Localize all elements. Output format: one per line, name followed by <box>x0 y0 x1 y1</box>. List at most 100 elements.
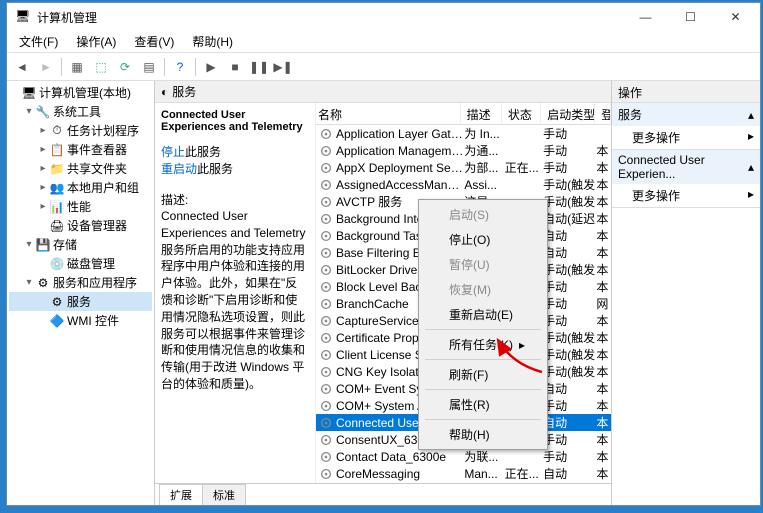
menu-view[interactable]: 查看(V) <box>126 31 182 52</box>
desc-label: 描述: <box>161 191 309 208</box>
gear-icon <box>318 229 334 243</box>
collapse-icon: ▴ <box>748 108 754 122</box>
service-row[interactable]: Credential Manager为用...正在...手动本 <box>316 482 611 483</box>
tree-item[interactable]: 🖨设备管理器 <box>9 216 152 235</box>
col-startup[interactable]: 启动类型 <box>541 103 595 124</box>
gear-icon <box>318 365 334 379</box>
more-actions-1[interactable]: 更多操作▸ <box>612 126 760 149</box>
refresh-icon[interactable]: ⟳ <box>114 56 136 78</box>
minimize-button[interactable]: — <box>623 3 668 31</box>
services-header-title: 服务 <box>172 83 196 100</box>
tree-pane[interactable]: 🖥计算机管理(本地)▾🔧系统工具▸⏱任务计划程序▸📋事件查看器▸📁共享文件夹▸👥… <box>7 81 155 505</box>
chevron-right-icon: ▸ <box>519 338 525 352</box>
service-row[interactable]: AssignedAccessManager...Assi...手动(触发...本 <box>316 176 611 193</box>
properties-icon[interactable]: ▤ <box>138 56 160 78</box>
ctx-item[interactable]: 重新启动(E) <box>421 302 545 327</box>
chevron-right-icon: ▸ <box>748 129 754 146</box>
export-icon[interactable]: ⬚ <box>90 56 112 78</box>
tree-item[interactable]: ▸📊性能 <box>9 197 152 216</box>
titlebar[interactable]: 🖥 计算机管理 — ☐ ✕ <box>7 3 760 31</box>
tree-item[interactable]: ▾💾存储 <box>9 235 152 254</box>
main-window: 🖥 计算机管理 — ☐ ✕ 文件(F) 操作(A) 查看(V) 帮助(H) ◄ … <box>6 2 761 506</box>
service-row[interactable]: CoreMessagingMan...正在...自动本 <box>316 465 611 482</box>
service-row[interactable]: Application Layer Gatewa...为 In...手动 <box>316 125 611 142</box>
pause-service-icon[interactable]: ❚❚ <box>248 56 270 78</box>
ctx-item: 启动(S) <box>421 202 545 227</box>
ctx-item[interactable]: 帮助(H) <box>421 422 545 447</box>
show-hide-icon[interactable]: ▦ <box>66 56 88 78</box>
stop-link[interactable]: 停止 <box>161 145 185 159</box>
tree-item[interactable]: ▸👥本地用户和组 <box>9 178 152 197</box>
menu-action[interactable]: 操作(A) <box>68 31 124 52</box>
gear-icon <box>318 144 334 158</box>
tree-item[interactable]: 🖥计算机管理(本地) <box>9 83 152 102</box>
back-button[interactable]: ◄ <box>11 56 33 78</box>
ctx-item: 恢复(M) <box>421 277 545 302</box>
gear-icon <box>318 297 334 311</box>
tree-item[interactable]: ⚙服务 <box>9 292 152 311</box>
menu-help[interactable]: 帮助(H) <box>184 31 241 52</box>
ctx-item[interactable]: 属性(R) <box>421 392 545 417</box>
tree-item[interactable]: 🔷WMI 控件 <box>9 311 152 330</box>
tree-item[interactable]: ▸📋事件查看器 <box>9 140 152 159</box>
tab-extended[interactable]: 扩展 <box>159 484 203 505</box>
tree-item[interactable]: ▾🔧系统工具 <box>9 102 152 121</box>
gear-icon <box>318 212 334 226</box>
ctx-item[interactable]: 所有任务(K)▸ <box>421 332 545 357</box>
view-tabs: 扩展 标准 <box>155 483 611 505</box>
gear-icon <box>318 331 334 345</box>
tree-item[interactable]: ▸📁共享文件夹 <box>9 159 152 178</box>
menubar: 文件(F) 操作(A) 查看(V) 帮助(H) <box>7 31 760 53</box>
start-service-icon[interactable]: ▶ <box>200 56 222 78</box>
help-icon[interactable]: ? <box>169 56 191 78</box>
actions-pane: 操作 服务▴ 更多操作▸ Connected User Experien...▴… <box>612 81 760 505</box>
ctx-item[interactable]: 停止(O) <box>421 227 545 252</box>
col-status[interactable]: 状态 <box>502 103 541 124</box>
list-header[interactable]: 名称 描述 状态 启动类型 登 <box>316 103 611 125</box>
service-row[interactable]: AppX Deployment Servic...为部...正在...手动本 <box>316 159 611 176</box>
context-menu[interactable]: 启动(S)停止(O)暂停(U)恢复(M)重新启动(E) 所有任务(K)▸ 刷新(F)… <box>418 199 548 450</box>
selected-service-name: Connected User Experiences and Telemetry <box>161 109 303 133</box>
gear-icon <box>318 382 334 396</box>
menu-file[interactable]: 文件(F) <box>11 31 66 52</box>
tree-item[interactable]: ▾⚙服务和应用程序 <box>9 273 152 292</box>
gear-icon <box>318 161 334 175</box>
more-actions-2[interactable]: 更多操作▸ <box>612 184 760 207</box>
gear-icon <box>318 246 334 260</box>
gear-icon <box>318 399 334 413</box>
gear-icon <box>318 195 334 209</box>
close-button[interactable]: ✕ <box>713 3 758 31</box>
gear-icon <box>318 280 334 294</box>
mid-header: ◐ 服务 <box>155 81 611 103</box>
restart-link[interactable]: 重启动 <box>161 162 197 176</box>
description-pane: Connected User Experiences and Telemetry… <box>155 103 315 483</box>
services-header-icon: ◐ <box>161 85 168 99</box>
tab-standard[interactable]: 标准 <box>202 484 246 505</box>
window-title: 计算机管理 <box>37 9 623 26</box>
ctx-item: 暂停(U) <box>421 252 545 277</box>
tree-item[interactable]: 💿磁盘管理 <box>9 254 152 273</box>
gear-icon <box>318 314 334 328</box>
gear-icon <box>318 178 334 192</box>
chevron-right-icon: ▸ <box>748 187 754 204</box>
restart-service-icon[interactable]: ▶❚ <box>272 56 294 78</box>
service-row[interactable]: Contact Data_6300e为联...手动本 <box>316 448 611 465</box>
actions-header: 操作 <box>612 81 760 103</box>
gear-icon <box>318 433 334 447</box>
action-group-selected[interactable]: Connected User Experien...▴ <box>612 150 760 184</box>
ctx-item[interactable]: 刷新(F) <box>421 362 545 387</box>
col-name[interactable]: 名称 <box>316 103 461 124</box>
forward-button[interactable]: ► <box>35 56 57 78</box>
maximize-button[interactable]: ☐ <box>668 3 713 31</box>
toolbar: ◄ ► ▦ ⬚ ⟳ ▤ ? ▶ ■ ❚❚ ▶❚ <box>7 53 760 81</box>
tree-item[interactable]: ▸⏱任务计划程序 <box>9 121 152 140</box>
gear-icon <box>318 467 334 481</box>
stop-service-icon[interactable]: ■ <box>224 56 246 78</box>
action-group-services[interactable]: 服务▴ <box>612 103 760 126</box>
gear-icon <box>318 263 334 277</box>
col-desc[interactable]: 描述 <box>461 103 502 124</box>
service-row[interactable]: Application Management为通...手动本 <box>316 142 611 159</box>
col-logon[interactable]: 登 <box>595 103 611 124</box>
gear-icon <box>318 450 334 464</box>
gear-icon <box>318 127 334 141</box>
